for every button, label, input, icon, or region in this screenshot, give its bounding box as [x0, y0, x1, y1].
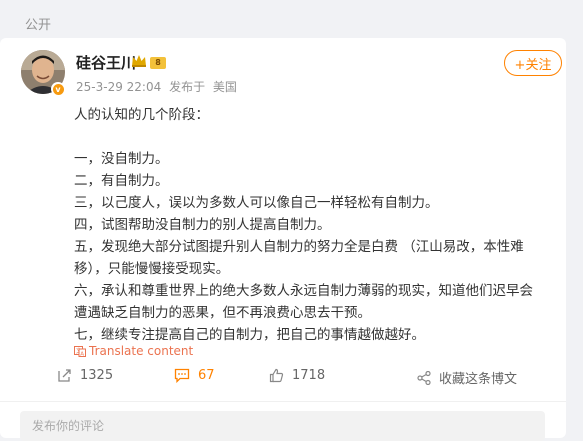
- content-line: 四，试图帮助没自制力的别人提高自制力。: [74, 217, 331, 233]
- repost-icon: [58, 369, 71, 382]
- content-line: 一，没自制力。: [74, 151, 169, 167]
- thumbs-up-icon: [269, 368, 284, 383]
- post-card: v 硅谷王川 8 25-3-29 22:04 发布于 美国 +关注 人的认知的几…: [0, 38, 566, 441]
- follow-button[interactable]: +关注: [504, 50, 562, 76]
- vip-badge: 8: [150, 57, 166, 69]
- comment-input[interactable]: 发布你的评论: [20, 411, 545, 441]
- post-location: 美国: [212, 80, 237, 94]
- content-line: 六，承认和尊重世界上的绝大多数人永远自制力薄弱的现实，知道他们迟早会遭遇缺乏自制…: [74, 283, 533, 321]
- content-line: 七，继续专注提高自己的自制力，把自己的事情越做越好。: [74, 327, 425, 343]
- comment-button[interactable]: 67: [174, 368, 215, 383]
- content-line: 三，以己度人，误以为多数人可以像自己一样轻松有自制力。: [74, 195, 439, 211]
- comment-icon: [174, 368, 190, 383]
- comment-count: 67: [198, 368, 215, 383]
- like-button[interactable]: 1718: [269, 368, 325, 383]
- share-icon: [417, 370, 431, 385]
- divider: [0, 401, 566, 402]
- crown-icon: [132, 55, 146, 67]
- translate-icon: 文 A: [74, 346, 86, 357]
- repost-count: 1325: [80, 368, 114, 383]
- post-content: 人的认知的几个阶段： 一，没自制力。 二，有自制力。 三，以己度人，误以为多数人…: [74, 104, 540, 346]
- visibility-label: 公开: [25, 18, 52, 33]
- like-count: 1718: [292, 368, 326, 383]
- post-meta: 25-3-29 22:04 发布于 美国: [76, 78, 241, 95]
- content-line: 人的认知的几个阶段：: [74, 107, 209, 123]
- translate-link[interactable]: 文 A Translate content: [74, 344, 193, 358]
- content-line: 五，发现绝大部分试图提升别人自制力的努力全是白费 （江山易改，本性难移），只能慢…: [74, 239, 524, 277]
- favorite-label: 收藏这条博文: [439, 372, 518, 387]
- repost-button[interactable]: 1325: [57, 368, 113, 383]
- translate-label: Translate content: [89, 344, 194, 358]
- scrollbar[interactable]: [566, 0, 583, 420]
- verified-badge-icon: v: [51, 82, 65, 96]
- post-timestamp[interactable]: 25-3-29 22:04: [76, 80, 161, 94]
- action-bar: 1325 67 1718 收藏这条博文: [0, 368, 566, 390]
- favorite-button[interactable]: 收藏这条博文: [417, 368, 517, 387]
- author-name[interactable]: 硅谷王川: [76, 52, 136, 73]
- svg-text:A: A: [80, 351, 84, 357]
- content-line: 二，有自制力。: [74, 173, 169, 189]
- post-source-prefix: 发布于: [169, 80, 206, 94]
